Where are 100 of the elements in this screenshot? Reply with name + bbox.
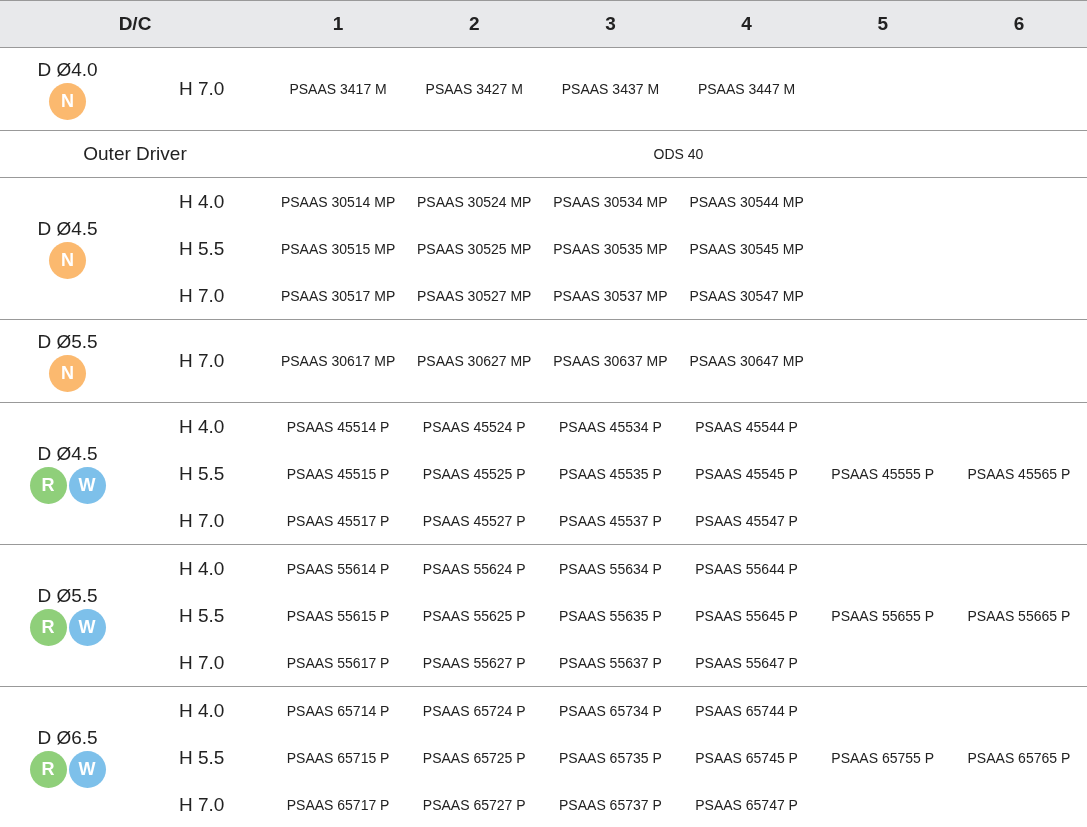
table-cell-text: ODS 40 xyxy=(652,146,705,162)
table-cell-text: PSAAS 55624 P xyxy=(421,560,527,577)
table-cell-text: PSAAS 45565 P xyxy=(966,465,1072,482)
column-header: 6 xyxy=(1012,12,1026,36)
table-cell-text: PSAAS 55625 P xyxy=(421,607,527,624)
table-cell-text: PSAAS 45515 P xyxy=(285,465,391,482)
table-cell-text: PSAAS 45545 P xyxy=(694,465,799,482)
column-header: 1 xyxy=(331,12,345,36)
table-cell-text: PSAAS 45535 P xyxy=(558,465,663,482)
letter-badge: N xyxy=(49,354,86,392)
table-cell-text: PSAAS 65717 P xyxy=(285,796,391,813)
height-label: H 7.0 xyxy=(178,350,226,372)
table-cell-text: PSAAS 45514 P xyxy=(285,418,391,435)
diameter-label: D Ø4.5 xyxy=(37,443,98,465)
diameter-label: D Ø5.5 xyxy=(37,330,98,353)
table-cell-text: PSAAS 55637 P xyxy=(558,654,663,671)
table-cell-text: PSAAS 45547 P xyxy=(694,512,799,529)
table-cell-text: PSAAS 55627 P xyxy=(421,654,527,671)
height-label: H 4.0 xyxy=(178,557,226,580)
table-cell-text: PSAAS 30525 MP xyxy=(416,240,533,257)
letter-badge: W xyxy=(68,467,106,504)
letter-badge: W xyxy=(68,609,106,646)
table-cell-text: PSAAS 55614 P xyxy=(285,560,391,577)
letter-badge: N xyxy=(49,82,86,120)
table-cell-text: PSAAS 65724 P xyxy=(421,702,527,719)
diameter-label: D Ø5.5 xyxy=(37,585,98,607)
letter-badge: R xyxy=(29,609,67,646)
height-label: H 5.5 xyxy=(178,237,226,260)
table-cell-text: PSAAS 30544 MP xyxy=(688,193,805,210)
table-cell-text: PSAAS 55645 P xyxy=(694,607,799,624)
table-cell-text: PSAAS 30535 MP xyxy=(552,240,669,257)
height-label: H 4.0 xyxy=(178,190,226,213)
column-header: 3 xyxy=(604,12,617,36)
table-cell-text: PSAAS 65747 P xyxy=(694,796,799,813)
column-header: 2 xyxy=(467,12,481,36)
height-label: H 7.0 xyxy=(178,651,226,674)
table-cell-text: PSAAS 30617 MP xyxy=(279,353,397,369)
table-cell-text: PSAAS 30524 MP xyxy=(416,193,533,210)
table-cell-text: PSAAS 65734 P xyxy=(558,702,663,719)
diameter-label: D Ø4.0 xyxy=(37,58,98,81)
table-cell-text: PSAAS 45517 P xyxy=(285,512,391,529)
table-cell-text: PSAAS 3417 M xyxy=(288,81,388,97)
table-cell-text: PSAAS 65744 P xyxy=(694,702,799,719)
table-cell-text: PSAAS 55647 P xyxy=(694,654,799,671)
column-header: 5 xyxy=(876,12,890,36)
table-cell-text: PSAAS 30647 MP xyxy=(688,353,805,369)
table-cell-text: PSAAS 65715 P xyxy=(285,749,391,766)
table-cell-text: PSAAS 65745 P xyxy=(694,749,799,766)
table-cell-text: PSAAS 30534 MP xyxy=(552,193,669,210)
table-cell-text: PSAAS 3427 M xyxy=(424,81,524,97)
height-label: H 7.0 xyxy=(178,284,226,307)
height-label: H 4.0 xyxy=(178,699,226,722)
table-cell-text: PSAAS 55615 P xyxy=(285,607,391,624)
table-cell-text: PSAAS 45534 P xyxy=(558,418,663,435)
column-header: 4 xyxy=(740,12,753,36)
height-label: H 4.0 xyxy=(178,415,226,438)
table-cell-text: PSAAS 30545 MP xyxy=(688,240,805,257)
table-cell-text: PSAAS 65727 P xyxy=(421,796,527,813)
height-label: H 5.5 xyxy=(178,604,226,627)
diameter-label: D Ø6.5 xyxy=(37,727,98,749)
letter-badge: N xyxy=(49,242,86,279)
table-cell-text: PSAAS 65737 P xyxy=(558,796,663,813)
height-label: H 5.5 xyxy=(178,746,226,769)
table-cell-text: PSAAS 65755 P xyxy=(830,749,936,766)
table-cell-text: PSAAS 55617 P xyxy=(285,654,391,671)
table-cell-text: PSAAS 55655 P xyxy=(830,607,936,624)
table-cell-text: PSAAS 45525 P xyxy=(421,465,527,482)
column-header: D/C xyxy=(117,12,153,36)
table-cell-text: PSAAS 30515 MP xyxy=(279,240,397,257)
height-label: H 5.5 xyxy=(178,462,226,485)
table-cell-text: PSAAS 30627 MP xyxy=(416,353,533,369)
table-cell-text: PSAAS 30517 MP xyxy=(279,287,397,304)
table-cell-text: PSAAS 65725 P xyxy=(421,749,527,766)
table-cell-text: PSAAS 30527 MP xyxy=(416,287,533,304)
table-cell-text: PSAAS 55634 P xyxy=(558,560,663,577)
height-label: H 7.0 xyxy=(178,78,226,100)
height-label: H 7.0 xyxy=(178,509,226,532)
diameter-label: D Ø4.5 xyxy=(37,218,98,240)
table-cell-text: PSAAS 30547 MP xyxy=(688,287,805,304)
height-label: H 7.0 xyxy=(178,793,226,816)
table-cell-text: PSAAS 30637 MP xyxy=(552,353,669,369)
table-cell-text: PSAAS 45555 P xyxy=(830,465,936,482)
table-cell-text: PSAAS 45527 P xyxy=(421,512,527,529)
table-cell-text: PSAAS 45544 P xyxy=(694,418,799,435)
table-cell-text: PSAAS 55665 P xyxy=(966,607,1072,624)
table-cell-text: PSAAS 30537 MP xyxy=(552,287,669,304)
table-cell-text: PSAAS 65765 P xyxy=(966,749,1072,766)
letter-badge: R xyxy=(29,467,67,504)
table-cell-text: PSAAS 65714 P xyxy=(285,702,391,719)
table-cell-text: PSAAS 3447 M xyxy=(696,81,797,97)
table-cell-text: PSAAS 45524 P xyxy=(421,418,527,435)
table-cell-text: PSAAS 55635 P xyxy=(558,607,663,624)
table-cell-text: PSAAS 45537 P xyxy=(558,512,663,529)
table-cell-text: PSAAS 30514 MP xyxy=(279,193,397,210)
table-cell-text: PSAAS 65735 P xyxy=(558,749,663,766)
letter-badge: W xyxy=(68,751,106,788)
letter-badge: R xyxy=(29,751,67,788)
table-cell-text: PSAAS 3437 M xyxy=(560,81,661,97)
table-cell-text: PSAAS 55644 P xyxy=(694,560,799,577)
row-label: Outer Driver xyxy=(82,143,188,165)
